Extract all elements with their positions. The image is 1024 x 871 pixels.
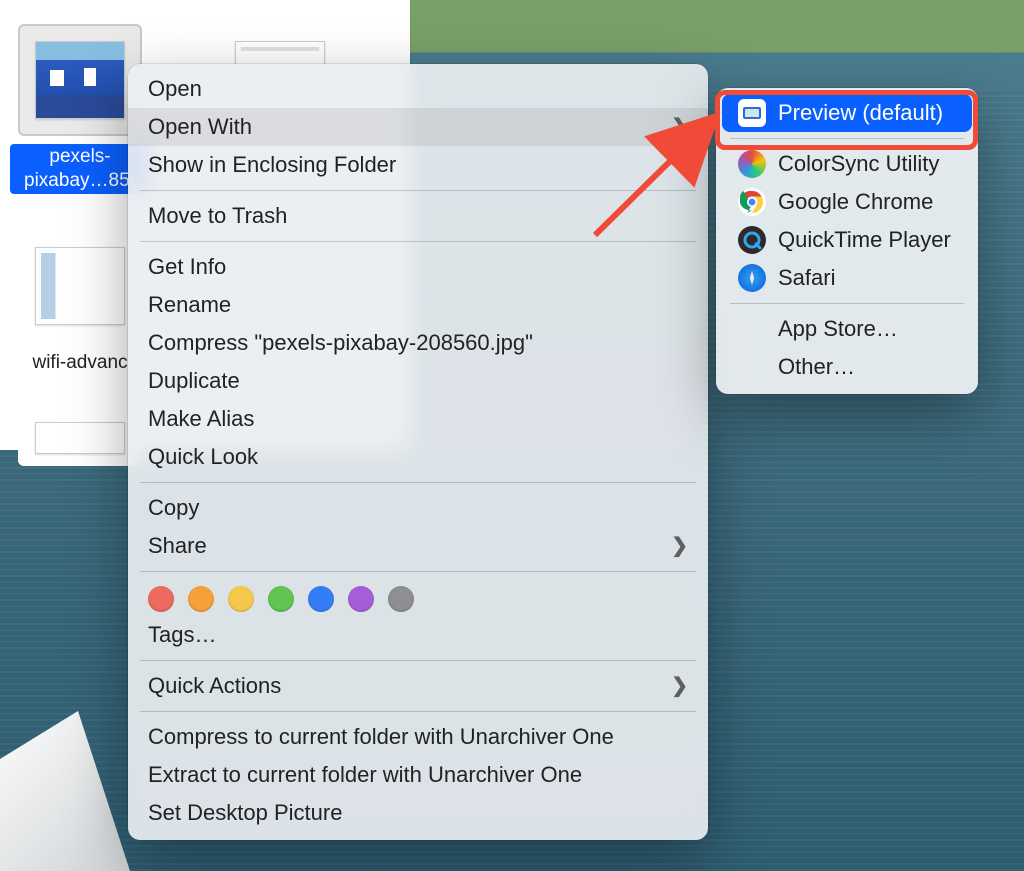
tag-dot-purple[interactable] [348, 586, 374, 612]
tag-dot-green[interactable] [268, 586, 294, 612]
submenu-label: App Store… [778, 315, 898, 343]
file-thumb-wrap [18, 230, 142, 342]
menu-item-make-alias[interactable]: Make Alias [128, 400, 708, 438]
menu-label: Rename [148, 290, 231, 320]
menu-item-quick-actions[interactable]: Quick Actions ❯ [128, 667, 708, 705]
submenu-item-app-store[interactable]: App Store… [722, 310, 972, 348]
tag-dot-orange[interactable] [188, 586, 214, 612]
submenu-label: Safari [778, 264, 835, 292]
submenu-label: QuickTime Player [778, 226, 951, 254]
menu-item-compress[interactable]: Compress "pexels-pixabay-208560.jpg" [128, 324, 708, 362]
menu-item-quick-look[interactable]: Quick Look [128, 438, 708, 476]
file-thumb [35, 41, 125, 119]
submenu-label: Other… [778, 353, 855, 381]
tag-dot-red[interactable] [148, 586, 174, 612]
chevron-right-icon: ❯ [671, 112, 688, 142]
blank-icon [738, 315, 766, 343]
menu-item-copy[interactable]: Copy [128, 489, 708, 527]
menu-item-move-trash[interactable]: Move to Trash [128, 197, 708, 235]
menu-separator [730, 138, 964, 139]
tag-dot-grey[interactable] [388, 586, 414, 612]
menu-label: Quick Look [148, 442, 258, 472]
menu-item-tags[interactable]: Tags… [128, 616, 708, 654]
file-thumb [35, 247, 125, 325]
blank-icon [738, 353, 766, 381]
file-thumb [35, 422, 125, 454]
menu-separator [140, 241, 696, 242]
menu-item-open-with[interactable]: Open With ❯ [128, 108, 708, 146]
file-thumb-wrap [18, 410, 142, 466]
submenu-item-other[interactable]: Other… [722, 348, 972, 386]
file-name: wifi-advanc [26, 350, 133, 376]
menu-label: Make Alias [148, 404, 254, 434]
submenu-item-colorsync[interactable]: ColorSync Utility [722, 145, 972, 183]
submenu-item-chrome[interactable]: Google Chrome [722, 183, 972, 221]
menu-item-duplicate[interactable]: Duplicate [128, 362, 708, 400]
menu-label: Compress "pexels-pixabay-208560.jpg" [148, 328, 533, 358]
menu-item-extract-unarch[interactable]: Extract to current folder with Unarchive… [128, 756, 708, 794]
tag-color-row [128, 578, 708, 616]
submenu-item-safari[interactable]: Safari [722, 259, 972, 297]
menu-label: Get Info [148, 252, 226, 282]
menu-label: Tags… [148, 620, 216, 650]
menu-label: Quick Actions [148, 671, 281, 701]
menu-label: Open [148, 74, 202, 104]
context-menu: Open Open With ❯ Show in Enclosing Folde… [128, 64, 708, 840]
menu-item-compress-unarch[interactable]: Compress to current folder with Unarchiv… [128, 718, 708, 756]
chevron-right-icon: ❯ [671, 671, 688, 701]
menu-label: Open With [148, 112, 252, 142]
menu-label: Extract to current folder with Unarchive… [148, 760, 582, 790]
menu-label: Compress to current folder with Unarchiv… [148, 722, 614, 752]
menu-label: Move to Trash [148, 201, 287, 231]
submenu-item-preview[interactable]: Preview (default) [722, 94, 972, 132]
submenu-label: Preview (default) [778, 99, 943, 127]
menu-item-show-enclosing[interactable]: Show in Enclosing Folder [128, 146, 708, 184]
menu-label: Copy [148, 493, 199, 523]
menu-separator [730, 303, 964, 304]
menu-separator [140, 482, 696, 483]
tag-dot-yellow[interactable] [228, 586, 254, 612]
colorsync-app-icon [738, 150, 766, 178]
submenu-item-quicktime[interactable]: QuickTime Player [722, 221, 972, 259]
menu-label: Show in Enclosing Folder [148, 150, 396, 180]
preview-app-icon [738, 99, 766, 127]
tag-dot-blue[interactable] [308, 586, 334, 612]
menu-separator [140, 190, 696, 191]
menu-label: Share [148, 531, 207, 561]
quicktime-app-icon [738, 226, 766, 254]
menu-separator [140, 660, 696, 661]
safari-app-icon [738, 264, 766, 292]
chevron-right-icon: ❯ [671, 531, 688, 561]
menu-item-share[interactable]: Share ❯ [128, 527, 708, 565]
file-thumb-wrap [18, 24, 142, 136]
submenu-label: Google Chrome [778, 188, 933, 216]
menu-separator [140, 711, 696, 712]
menu-item-get-info[interactable]: Get Info [128, 248, 708, 286]
menu-label: Set Desktop Picture [148, 798, 342, 828]
menu-separator [140, 571, 696, 572]
menu-item-set-desktop[interactable]: Set Desktop Picture [128, 794, 708, 832]
chrome-app-icon [738, 188, 766, 216]
menu-item-rename[interactable]: Rename [128, 286, 708, 324]
menu-label: Duplicate [148, 366, 240, 396]
menu-item-open[interactable]: Open [128, 70, 708, 108]
open-with-submenu: Preview (default) ColorSync Utility Goog… [716, 88, 978, 394]
submenu-label: ColorSync Utility [778, 150, 939, 178]
